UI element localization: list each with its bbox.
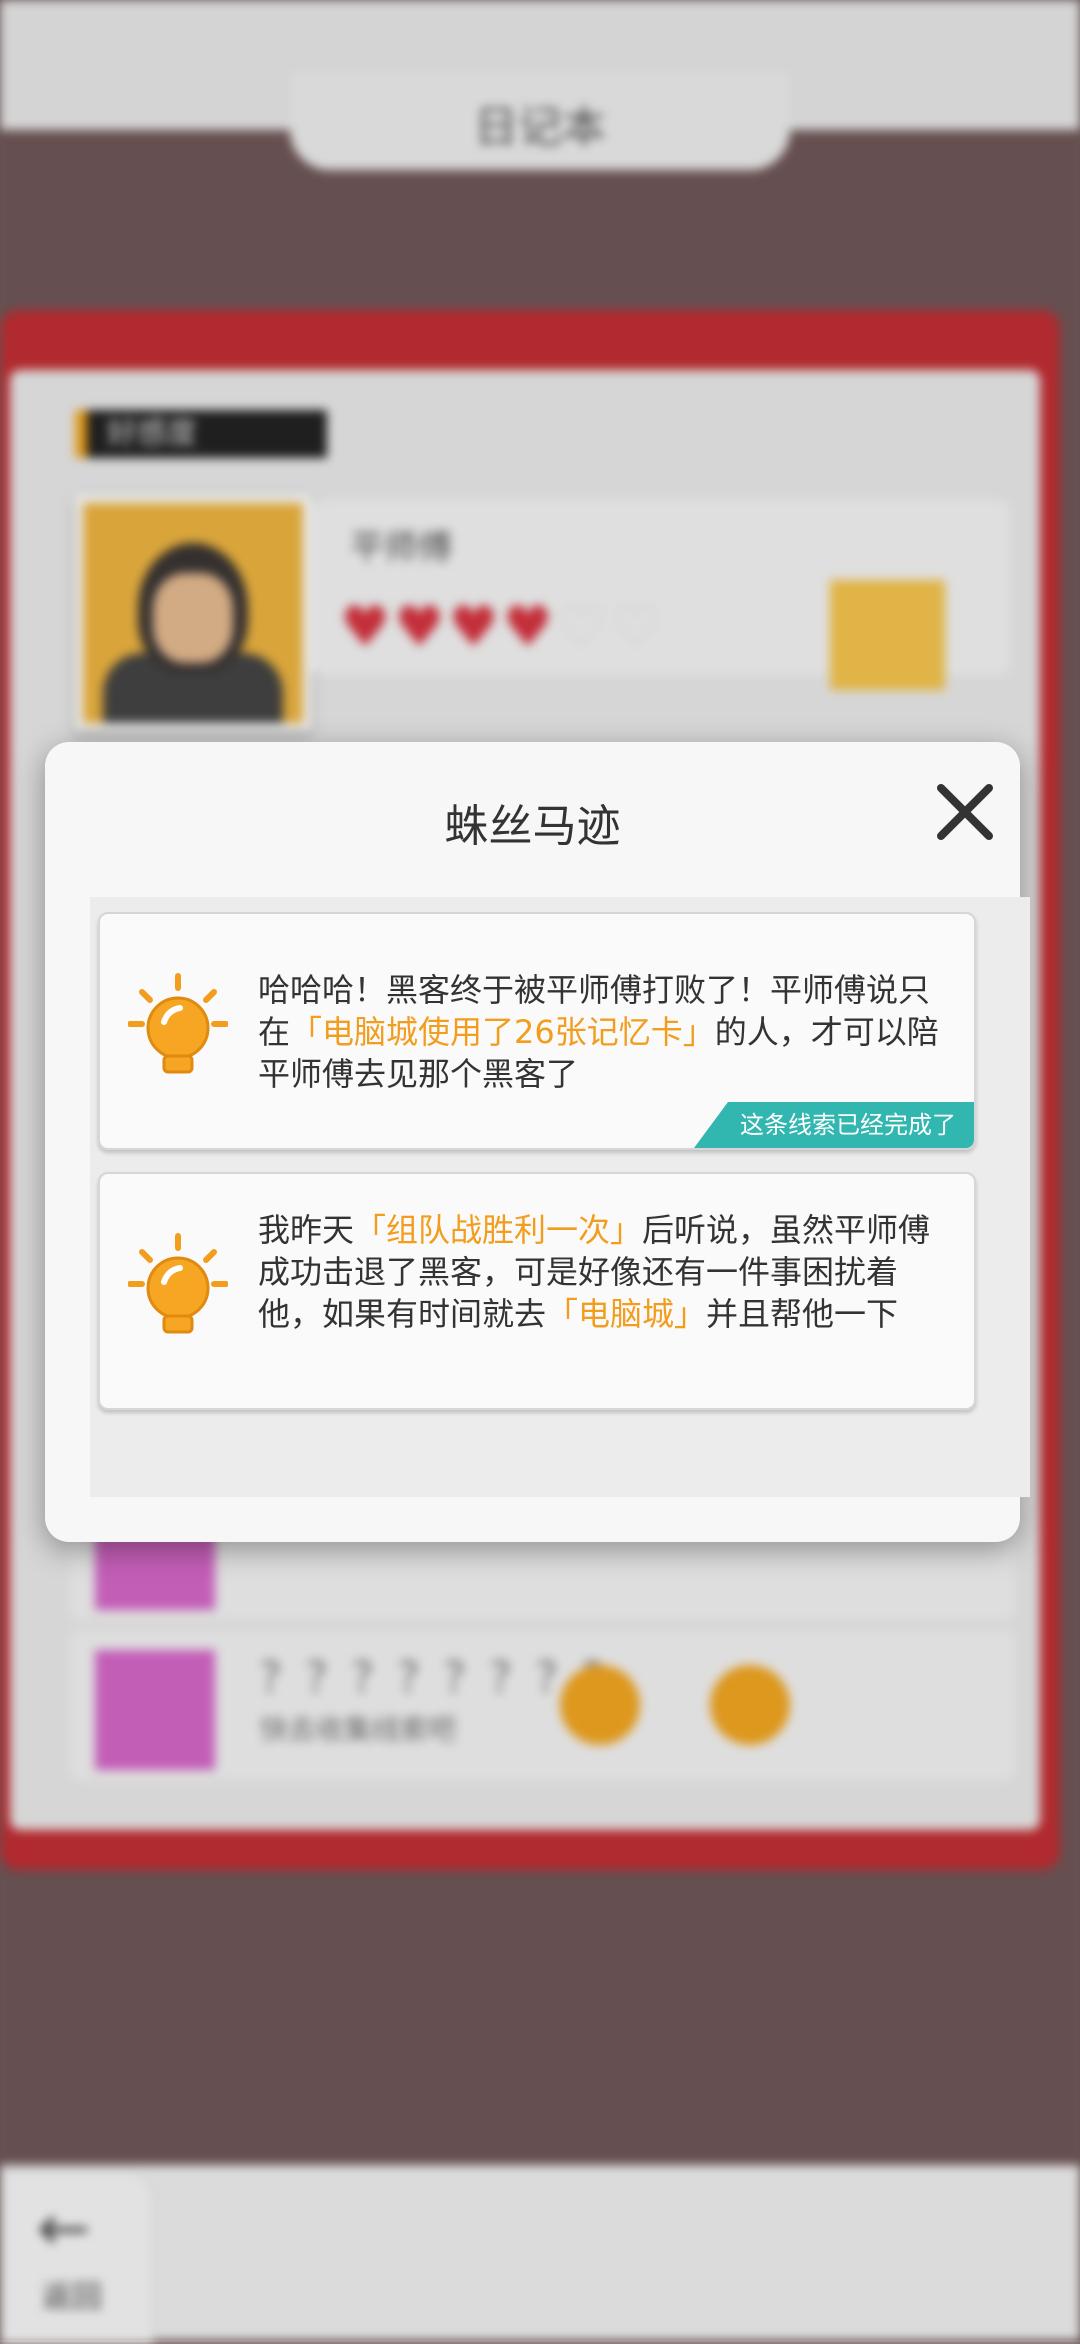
clue-list[interactable]: 哈哈哈！黑客终于被平师傅打败了！平师傅说只在「电脑城使用了26张记忆卡」的人，才… (90, 897, 1030, 1497)
clue-card-completed[interactable]: 哈哈哈！黑客终于被平师傅打败了！平师傅说只在「电脑城使用了26张记忆卡」的人，才… (98, 912, 976, 1150)
close-icon (937, 784, 993, 840)
clue-highlight: 「电脑城使用了26张记忆卡」 (290, 1013, 715, 1051)
completed-badge: 这条线索已经完成了 (694, 1102, 974, 1148)
clue-text: 我昨天「组队战胜利一次」后听说，虽然平师傅成功击退了黑客，可是好像还有一件事困扰… (258, 1211, 931, 1333)
lightbulb-icon (128, 1233, 228, 1334)
clues-dialog: 蛛丝马迹 哈哈哈！黑客终于被平师傅打败了！平师傅说只在「电脑城使用了26张记忆卡… (45, 742, 1030, 1542)
lightbulb-icon (128, 973, 228, 1074)
close-button[interactable] (925, 772, 1005, 852)
clue-text: 哈哈哈！黑客终于被平师傅打败了！平师傅说只在「电脑城使用了26张记忆卡」的人，才… (258, 971, 939, 1093)
clue-card[interactable]: 我昨天「组队战胜利一次」后听说，虽然平师傅成功击退了黑客，可是好像还有一件事困扰… (98, 1172, 976, 1410)
clue-highlight: 「电脑城」 (546, 1295, 707, 1333)
clue-highlight: 「组队战胜利一次」 (354, 1211, 643, 1249)
dialog-title: 蛛丝马迹 (444, 801, 621, 852)
